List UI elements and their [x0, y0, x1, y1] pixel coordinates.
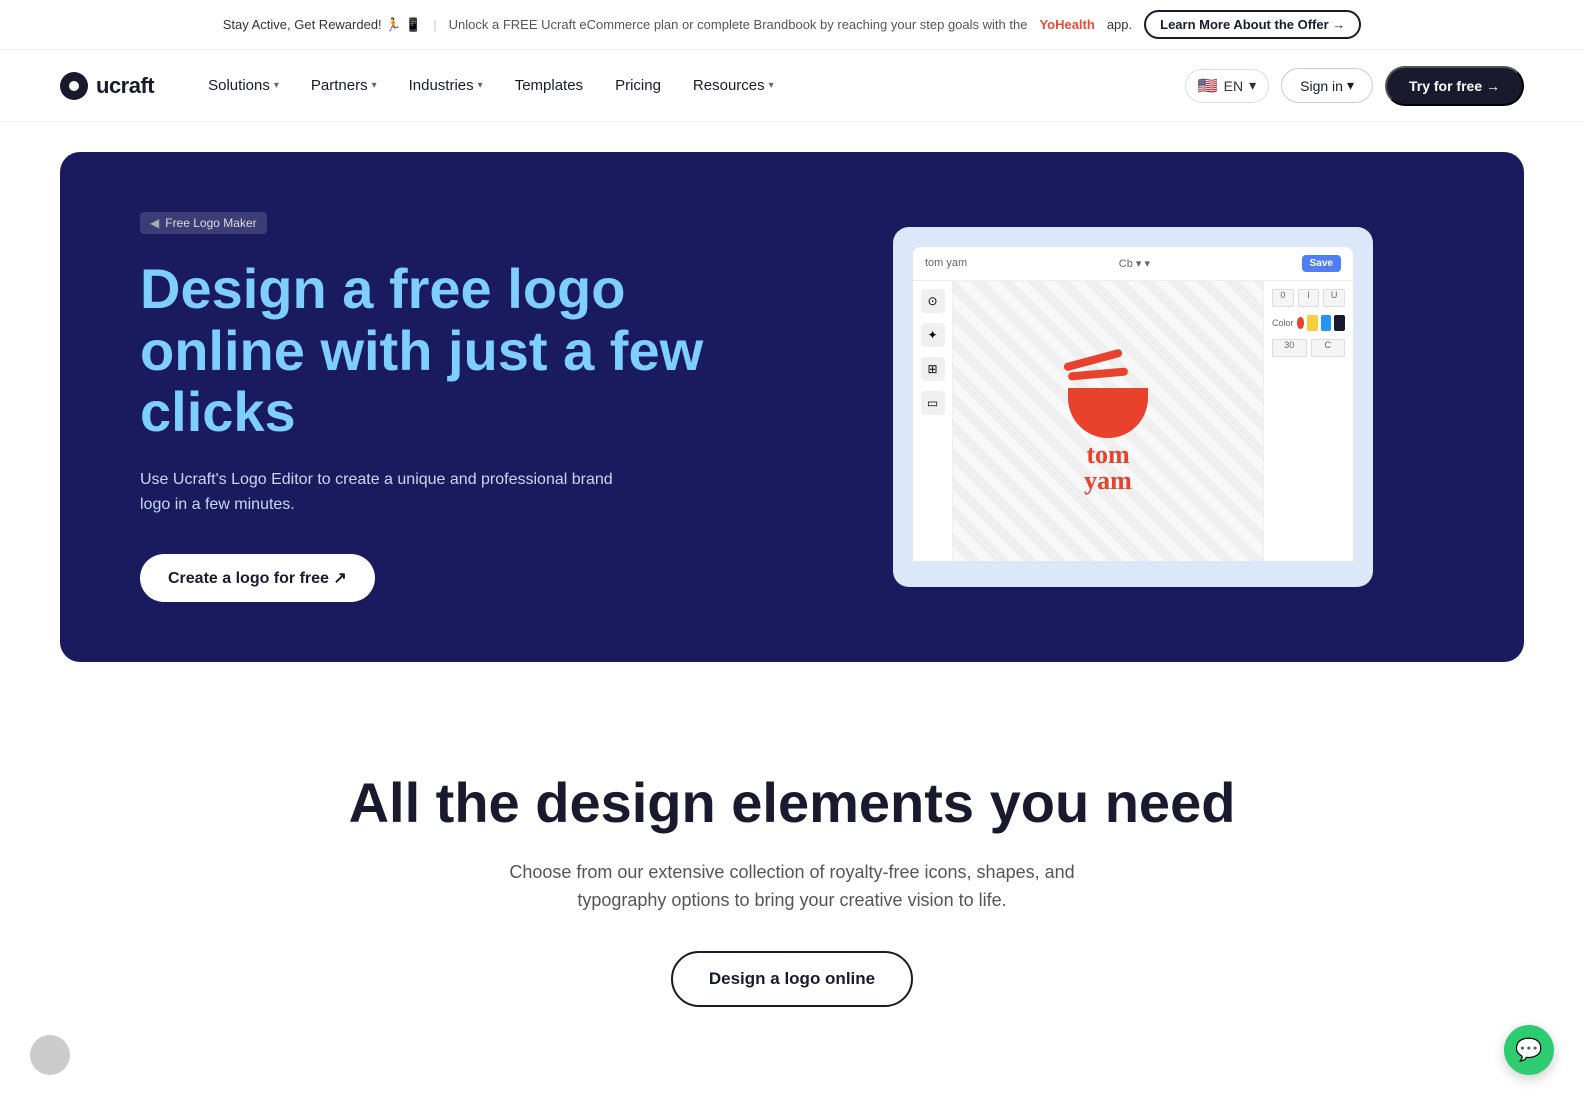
logo-icon [60, 72, 88, 100]
breadcrumb-label: Free Logo Maker [165, 216, 256, 230]
color-row: Color [1272, 315, 1345, 331]
logo-preview: tom yam [1058, 348, 1158, 494]
hero-description: Use Ucraft's Logo Editor to create a uni… [140, 467, 620, 518]
chat-bubble[interactable]: 💬 [1504, 1025, 1554, 1075]
nav-partners[interactable]: Partners ▾ [297, 69, 391, 102]
industries-chevron-icon: ▾ [478, 80, 483, 91]
navbar: ucraft Solutions ▾ Partners ▾ Industries… [0, 50, 1584, 122]
nav-resources[interactable]: Resources ▾ [679, 69, 788, 102]
editor-body: ⊙ ✦ ⊞ ▭ tom yam [913, 281, 1353, 561]
partners-chevron-icon: ▾ [372, 80, 377, 91]
hero-title: Design a free logo online with just a fe… [140, 258, 762, 443]
select-tool-icon[interactable]: ⊙ [921, 289, 945, 313]
sign-in-button[interactable]: Sign in ▾ [1281, 68, 1373, 103]
nav-industries[interactable]: Industries ▾ [395, 69, 497, 102]
panel-input-x[interactable]: 0 [1272, 289, 1294, 307]
nav-templates[interactable]: Templates [501, 69, 597, 102]
crop-tool-icon[interactable]: ⊞ [921, 357, 945, 381]
nav-pricing[interactable]: Pricing [601, 69, 675, 102]
nav-actions: 🇺🇸 EN ▾ Sign in ▾ Try for free → [1185, 66, 1524, 106]
editor-sidebar-tools: ⊙ ✦ ⊞ ▭ [913, 281, 953, 561]
bottom-left-avatar [30, 1035, 70, 1075]
panel-input-z[interactable]: U [1323, 289, 1345, 307]
design-logo-button[interactable]: Design a logo online [671, 951, 913, 1007]
back-arrow-icon: ◀ [150, 216, 159, 230]
color-dot-red[interactable] [1297, 317, 1305, 329]
color-swatch-blue[interactable] [1321, 315, 1332, 331]
lang-chevron-icon: ▾ [1249, 77, 1256, 94]
hero-right: tom yam Cb ▾ ▾ Save ⊙ ✦ ⊞ ▭ [822, 227, 1444, 587]
chat-icon: 💬 [1515, 1037, 1542, 1063]
top-banner: Stay Active, Get Rewarded! 🏃 📱 | Unlock … [0, 0, 1584, 50]
nav-solutions[interactable]: Solutions ▾ [194, 69, 293, 102]
resources-chevron-icon: ▾ [769, 80, 774, 91]
bowl-shape-icon [1068, 388, 1148, 438]
separator: | [433, 17, 436, 32]
chopstick2-icon [1068, 367, 1128, 380]
panel-size-row: 30 C [1272, 339, 1345, 357]
stay-active-text: Stay Active, Get Rewarded! 🏃 📱 [223, 17, 422, 33]
logo-text-preview: tom yam [1084, 442, 1132, 494]
toolbar-label: tom yam [925, 257, 967, 269]
yohealth-link[interactable]: YoHealth [1039, 17, 1094, 32]
color-label: Color [1272, 318, 1294, 328]
hero-section: ◀ Free Logo Maker Design a free logo onl… [60, 152, 1524, 662]
color-swatch-dark[interactable] [1334, 315, 1345, 331]
try-free-button[interactable]: Try for free → [1385, 66, 1524, 106]
nav-links: Solutions ▾ Partners ▾ Industries ▾ Temp… [194, 69, 1185, 102]
save-button[interactable]: Save [1302, 255, 1341, 272]
text-tool-icon[interactable]: ▭ [921, 391, 945, 415]
editor-right-panel: 0 l U Color 30 C [1263, 281, 1353, 561]
shape-tool-icon[interactable]: ✦ [921, 323, 945, 347]
breadcrumb[interactable]: ◀ Free Logo Maker [140, 212, 267, 234]
language-selector[interactable]: 🇺🇸 EN ▾ [1185, 69, 1269, 103]
bowl-graphic [1058, 348, 1158, 438]
editor-canvas: tom yam [953, 281, 1263, 561]
editor-mockup: tom yam Cb ▾ ▾ Save ⊙ ✦ ⊞ ▭ [893, 227, 1373, 587]
color-swatch-yellow[interactable] [1307, 315, 1318, 331]
learn-more-button[interactable]: Learn More About the Offer → [1144, 10, 1361, 39]
editor-toolbar: tom yam Cb ▾ ▾ Save [913, 247, 1353, 281]
create-logo-button[interactable]: Create a logo for free ↗ [140, 554, 375, 602]
logo-text: ucraft [96, 73, 154, 99]
panel-height-input[interactable]: C [1311, 339, 1346, 357]
panel-input-y[interactable]: l [1298, 289, 1320, 307]
flag-icon: 🇺🇸 [1198, 76, 1218, 96]
design-elements-section: All the design elements you need Choose … [0, 692, 1584, 1067]
hero-left: ◀ Free Logo Maker Design a free logo onl… [140, 212, 762, 602]
unlock-text: Unlock a FREE Ucraft eCommerce plan or c… [449, 17, 1028, 32]
logo[interactable]: ucraft [60, 72, 154, 100]
solutions-chevron-icon: ▾ [274, 80, 279, 91]
toolbar-options: Cb ▾ ▾ [1119, 257, 1150, 270]
signin-chevron-icon: ▾ [1347, 77, 1354, 94]
section-title: All the design elements you need [60, 772, 1524, 834]
lang-label: EN [1224, 78, 1243, 94]
panel-width-input[interactable]: 30 [1272, 339, 1307, 357]
panel-xyz-row: 0 l U [1272, 289, 1345, 307]
section-description: Choose from our extensive collection of … [492, 858, 1092, 916]
app-text: app. [1107, 17, 1132, 32]
